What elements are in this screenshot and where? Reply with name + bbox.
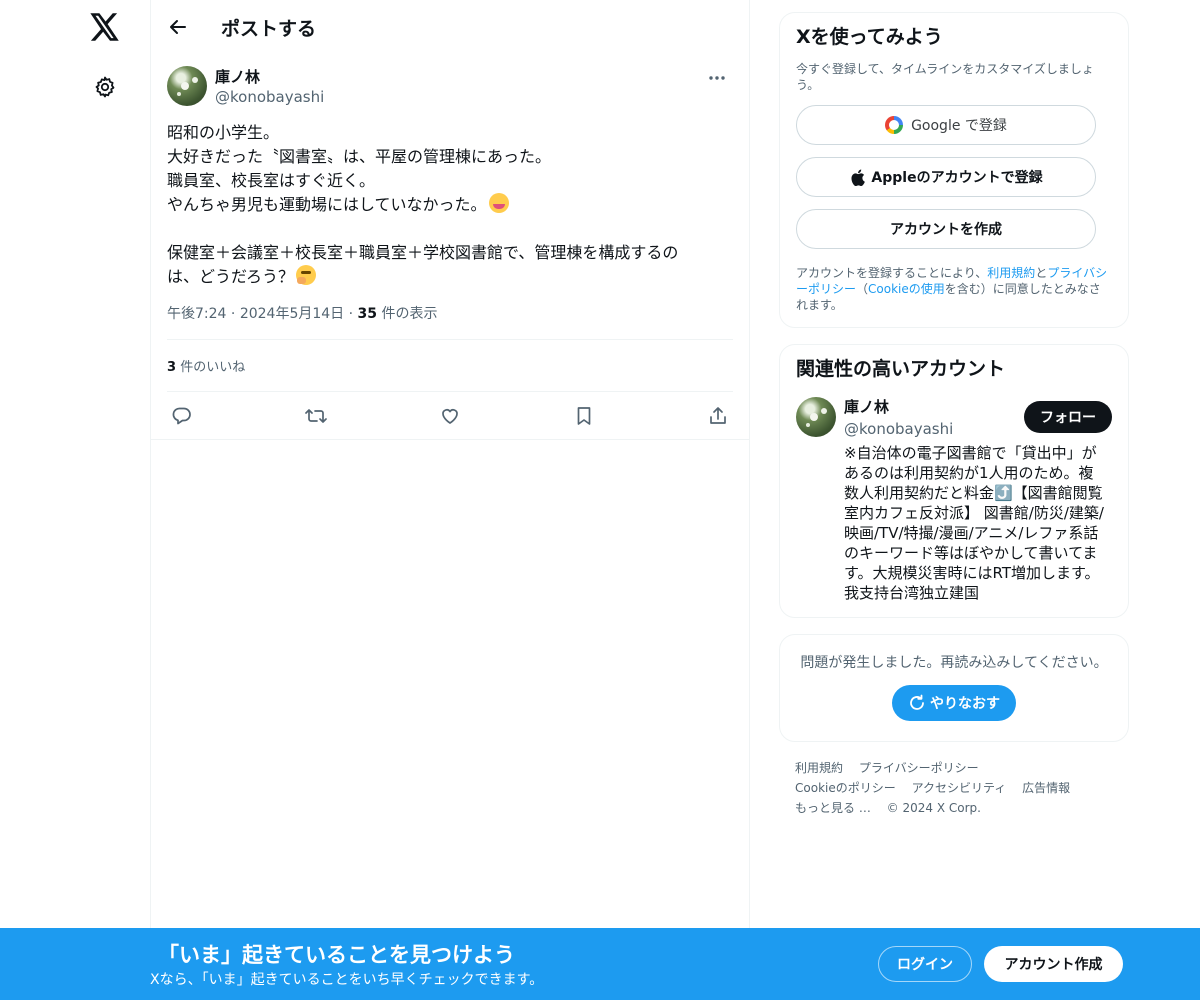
apple-icon	[849, 168, 865, 186]
follow-button[interactable]: フォロー	[1024, 401, 1112, 433]
author-names: 庫ノ林 @konobayashi	[215, 66, 324, 107]
gear-icon[interactable]	[90, 72, 120, 102]
post-meta: 午後7:24 · 2024年5月14日 · 35 件の表示	[167, 303, 733, 340]
signup-title: Xを使ってみよう	[796, 26, 943, 48]
smiling-blush-emoji-icon	[488, 193, 509, 213]
post-time[interactable]: 午後7:24	[167, 306, 226, 322]
avatar[interactable]	[796, 397, 836, 437]
apple-signup-label: Appleのアカウントで登録	[871, 170, 1043, 186]
post-line: 大好きだった〝図書室〟は、平屋の管理棟にあった。	[167, 147, 552, 166]
signup-card: Xを使ってみよう 今すぐ登録して、タイムラインをカスタマイズしましょう。 Goo…	[779, 12, 1129, 328]
post-line: は、どうだろう？	[167, 267, 295, 286]
post: 庫ノ林 @konobayashi 昭和の小学生。 大好きだった〝図書室〟は、平屋…	[151, 54, 749, 440]
footer-ads-link[interactable]: 広告情報	[1022, 781, 1070, 795]
create-account-button[interactable]: アカウントを作成	[796, 209, 1096, 249]
related-account-bio: ※自治体の電子図書館で「貸出中」があるのは利用契約が1人用のため。複数人利用契約…	[844, 444, 1104, 602]
author-handle[interactable]: @konobayashi	[215, 87, 324, 107]
login-button[interactable]: ログイン	[878, 946, 972, 982]
more-icon[interactable]	[703, 68, 731, 88]
thinking-face-emoji-icon	[296, 265, 317, 285]
page-header: ポストする	[151, 0, 749, 54]
left-rail	[0, 0, 150, 1000]
signup-banner: 「いま」起きていることを見つけよう Xなら、「いま」起きていることをいち早くチェ…	[0, 928, 1200, 1000]
heart-icon[interactable]	[439, 405, 461, 427]
apple-signup-button[interactable]: Appleのアカウントで登録	[796, 157, 1096, 197]
footer-more-link[interactable]: もっと見る …	[795, 801, 871, 815]
x-logo-icon[interactable]	[88, 10, 122, 44]
google-icon	[885, 116, 904, 134]
footer-privacy-link[interactable]: プライバシーポリシー	[859, 761, 979, 775]
page-title: ポストする	[221, 17, 317, 40]
refresh-icon	[908, 694, 926, 712]
likes-label: 件のいいね	[180, 360, 246, 375]
meta-separator: ·	[348, 306, 358, 322]
likes-row[interactable]: 3 件のいいね	[167, 340, 733, 392]
related-accounts-card: 関連性の高いアカウント 庫ノ林 @konobayashi ※自治体の電子図書館で…	[779, 344, 1129, 618]
share-icon[interactable]	[707, 405, 729, 427]
banner-subtitle: Xなら、「いま」起きていることをいち早くチェックできます。	[150, 972, 544, 988]
google-signup-button[interactable]: Google で登録	[796, 105, 1096, 145]
reply-icon[interactable]	[171, 405, 193, 427]
meta-separator: ·	[230, 306, 240, 322]
author-name[interactable]: 庫ノ林	[215, 67, 324, 87]
google-signup-label: Google で登録	[911, 118, 1007, 134]
footer-cookie-link[interactable]: Cookieのポリシー	[795, 781, 896, 795]
post-line-gap	[167, 217, 733, 241]
related-title: 関連性の高いアカウント	[796, 358, 1006, 380]
main-column: ポストする 庫ノ林 @konobayashi 昭和の小学生。 大好きだった〝図書…	[150, 0, 750, 1000]
banner-signup-button[interactable]: アカウント作成	[984, 946, 1123, 982]
post-line: 職員室、校長室はすぐ近く。	[167, 171, 376, 190]
retry-label: やりなおす	[930, 696, 1000, 712]
banner-title: 「いま」起きていることを見つけよう	[158, 943, 515, 967]
error-card: 問題が発生しました。再読み込みしてください。 やりなおす	[779, 634, 1129, 742]
post-line: 保健室＋会議室＋校長室＋職員室＋学校図書館で、管理棟を構成するの	[167, 243, 679, 262]
terms-link[interactable]: 利用規約	[987, 266, 1035, 280]
legal-paren: （	[856, 282, 869, 296]
bookmark-icon[interactable]	[573, 405, 595, 427]
signup-subtitle: 今すぐ登録して、タイムラインをカスタマイズしましょう。	[796, 62, 1094, 92]
footer-links: 利用規約 プライバシーポリシー Cookieのポリシー アクセシビリティ 広告情…	[779, 758, 1129, 818]
footer-accessibility-link[interactable]: アクセシビリティ	[912, 781, 1007, 795]
views-count: 35	[357, 306, 378, 322]
retry-button[interactable]: やりなおす	[892, 685, 1016, 721]
repost-icon[interactable]	[305, 405, 327, 427]
post-line: 昭和の小学生。	[167, 123, 280, 142]
likes-count: 3	[167, 360, 177, 375]
footer-terms-link[interactable]: 利用規約	[795, 761, 843, 775]
post-date[interactable]: 2024年5月14日	[240, 306, 344, 322]
related-account[interactable]: 庫ノ林 @konobayashi ※自治体の電子図書館で「貸出中」があるのは利用…	[796, 397, 1112, 603]
create-account-label: アカウントを作成	[890, 222, 1002, 238]
right-sidebar: Xを使ってみよう 今すぐ登録して、タイムラインをカスタマイズしましょう。 Goo…	[779, 12, 1129, 818]
post-text: 昭和の小学生。 大好きだった〝図書室〟は、平屋の管理棟にあった。 職員室、校長室…	[167, 121, 733, 289]
legal-and: と	[1035, 266, 1048, 280]
footer-copyright: © 2024 X Corp.	[886, 801, 981, 815]
legal-text: アカウントを登録することにより、利用規約とプライバシーポリシー（Cookieの使…	[796, 265, 1112, 313]
post-author: 庫ノ林 @konobayashi	[167, 66, 733, 107]
avatar[interactable]	[167, 66, 207, 106]
views-label: 件の表示	[381, 306, 438, 322]
post-actions	[151, 392, 749, 440]
post-line: やんちゃ男児も運動場にはしていなかった。	[167, 195, 487, 214]
cookie-link[interactable]: Cookieの使用	[868, 282, 945, 296]
back-arrow-icon[interactable]	[165, 14, 191, 40]
legal-pre: アカウントを登録することにより、	[796, 266, 988, 280]
error-message: 問題が発生しました。再読み込みしてください。	[800, 655, 1108, 671]
